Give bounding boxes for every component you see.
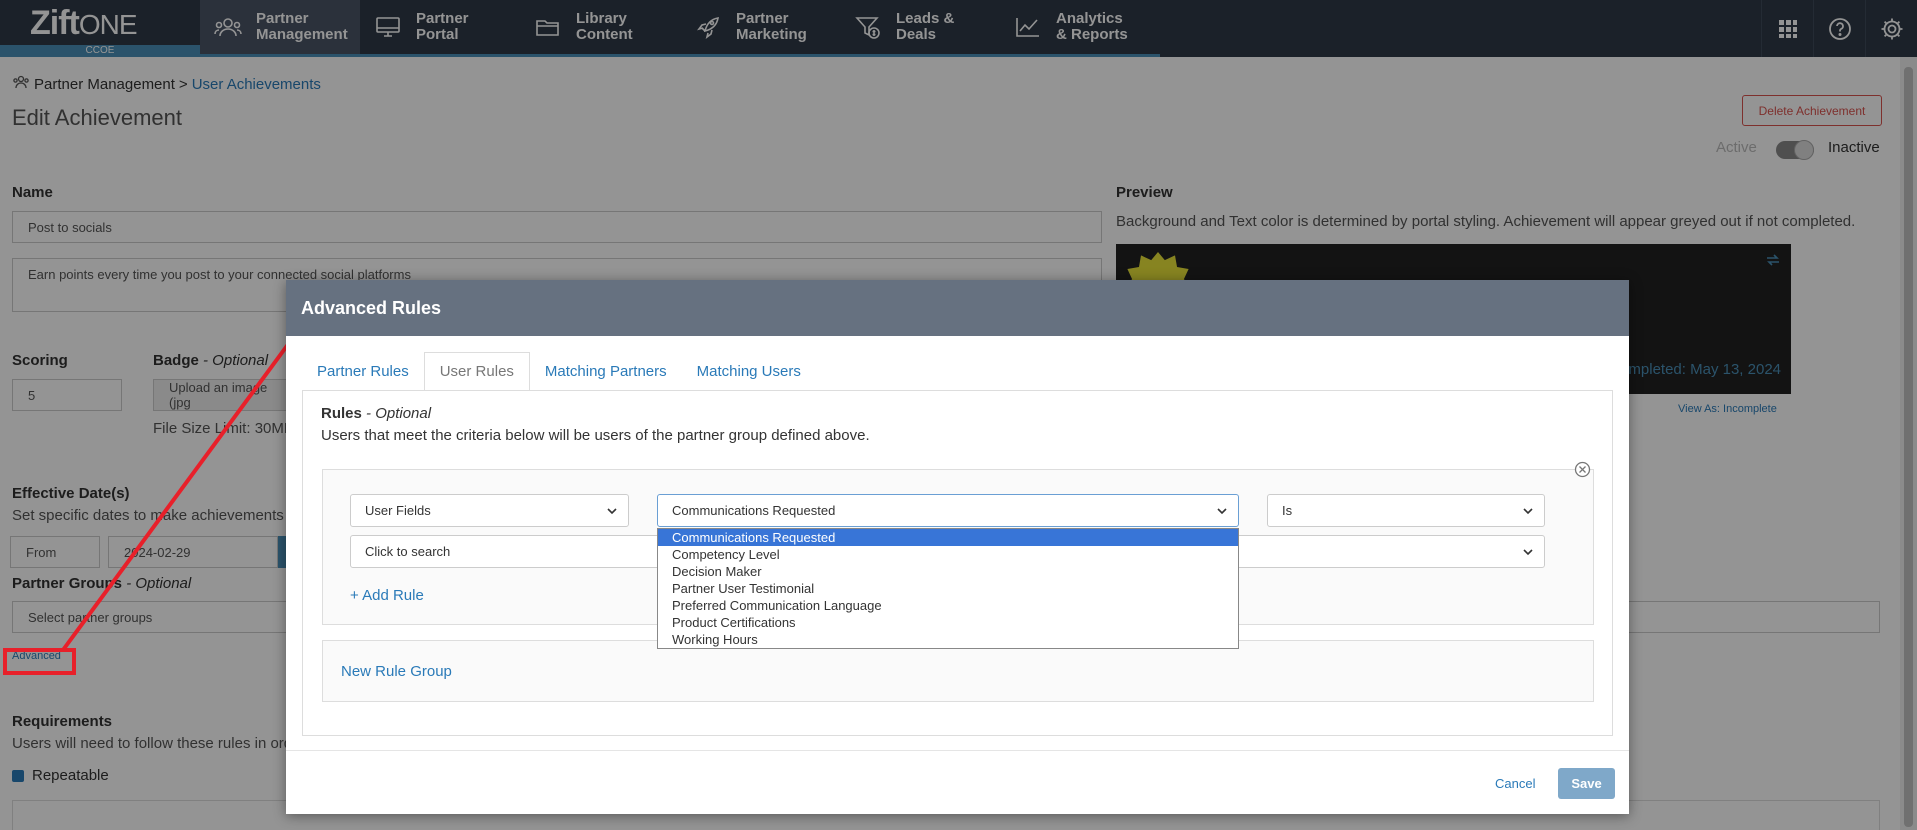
close-circle-icon[interactable] xyxy=(1574,461,1591,481)
tab-matching-users[interactable]: Matching Users xyxy=(682,352,816,391)
dropdown-option[interactable]: Competency Level xyxy=(658,546,1238,563)
modal-footer-divider xyxy=(286,750,1629,751)
dropdown-option[interactable]: Partner User Testimonial xyxy=(658,580,1238,597)
chevron-down-icon xyxy=(1522,505,1534,520)
dropdown-option[interactable]: Working Hours xyxy=(658,631,1238,648)
rules-title: Rules - Optional xyxy=(321,405,432,422)
save-button[interactable]: Save xyxy=(1558,768,1615,799)
chevron-down-icon xyxy=(1216,505,1228,520)
dropdown-option[interactable]: Preferred Communication Language xyxy=(658,597,1238,614)
dropdown-option[interactable]: Communications Requested xyxy=(658,529,1238,546)
field-type-select[interactable]: User Fields xyxy=(350,494,629,527)
field-dropdown-list: Communications Requested Competency Leve… xyxy=(657,528,1239,649)
chevron-down-icon xyxy=(606,505,618,520)
dropdown-option[interactable]: Product Certifications xyxy=(658,614,1238,631)
add-rule-link[interactable]: + Add Rule xyxy=(350,587,424,604)
chevron-down-icon xyxy=(1522,546,1534,561)
modal-title: Advanced Rules xyxy=(286,280,1629,336)
tab-matching-partners[interactable]: Matching Partners xyxy=(530,352,682,391)
field-select[interactable]: Communications Requested xyxy=(657,494,1239,527)
tab-partner-rules[interactable]: Partner Rules xyxy=(302,352,424,391)
operator-select[interactable]: Is xyxy=(1267,494,1545,527)
new-rule-group-link[interactable]: New Rule Group xyxy=(341,663,452,680)
new-rule-group-box: New Rule Group xyxy=(322,640,1594,702)
cancel-button[interactable]: Cancel xyxy=(1495,776,1535,791)
tab-user-rules[interactable]: User Rules xyxy=(423,352,530,391)
modal-tabs: Partner Rules User Rules Matching Partne… xyxy=(302,352,816,391)
rules-desc: Users that meet the criteria below will … xyxy=(321,427,870,444)
dropdown-option[interactable]: Decision Maker xyxy=(658,563,1238,580)
